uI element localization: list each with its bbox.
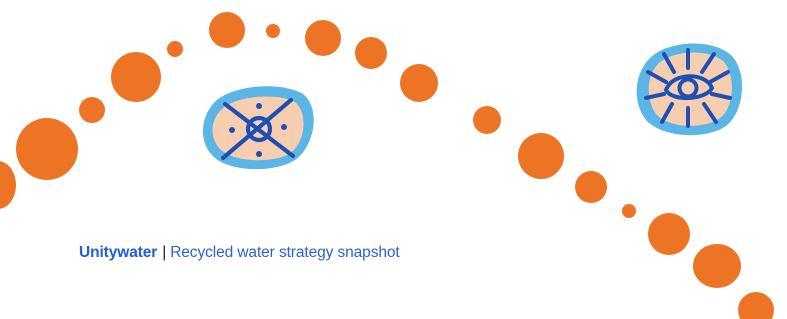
decorative-dot [355,37,387,69]
decorative-dot [738,292,774,319]
decorative-dot [305,20,341,56]
decorative-dot [266,24,280,38]
decorative-dot [693,244,741,288]
decorative-dot [79,97,105,123]
decorative-dot [209,12,245,48]
sun-eye-motif-icon [636,43,743,136]
decorative-dot [473,106,501,134]
decorative-dot [518,133,564,179]
decorative-dot [622,204,636,218]
footer-caption: Unitywater | Recycled water strategy snaps… [79,244,400,262]
decorative-dot [400,64,438,102]
decorative-dot [575,171,607,203]
footer-separator: | [162,244,167,261]
snapshot-footer-banner: Unitywater | Recycled water strategy snaps… [0,0,787,319]
decorative-dot [648,213,690,255]
document-subtitle: Recycled water strategy snapshot [170,244,400,261]
brand-name: Unitywater [79,244,158,261]
decorative-dot [167,41,183,57]
decorative-dot [16,118,78,180]
crossed-circle-motif-icon [202,86,314,170]
decorative-dot [111,52,161,102]
decorative-dot [0,161,16,209]
